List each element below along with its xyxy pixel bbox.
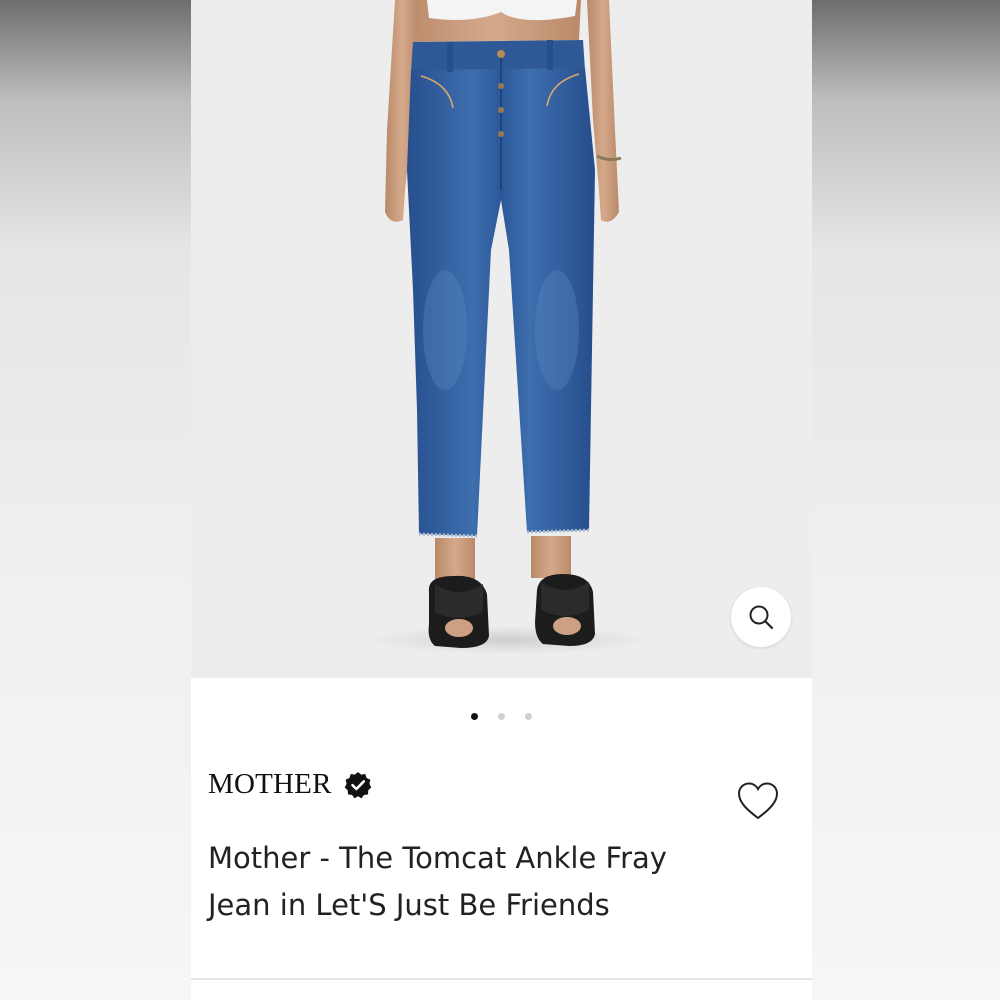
product-card: MOTHER Mother - The Tomcat Ankle Fray Je… <box>191 0 812 1000</box>
product-image[interactable] <box>191 0 812 678</box>
zoom-button[interactable] <box>731 587 791 647</box>
gallery-dot-2[interactable] <box>498 713 505 720</box>
gallery-pagination <box>191 713 812 720</box>
heart-outline-icon <box>737 782 779 820</box>
gallery-dot-3[interactable] <box>525 713 532 720</box>
favorite-button[interactable] <box>735 778 781 824</box>
gallery-dot-1[interactable] <box>471 713 478 720</box>
verified-badge-icon <box>344 771 371 798</box>
brand-row: MOTHER <box>208 768 372 801</box>
product-title: Mother - The Tomcat Ankle Fray Jean in L… <box>208 841 667 922</box>
divider <box>191 978 812 980</box>
brand-name[interactable]: MOTHER <box>208 768 332 801</box>
magnifier-icon <box>749 605 774 630</box>
product-photo-illustration <box>369 0 649 654</box>
